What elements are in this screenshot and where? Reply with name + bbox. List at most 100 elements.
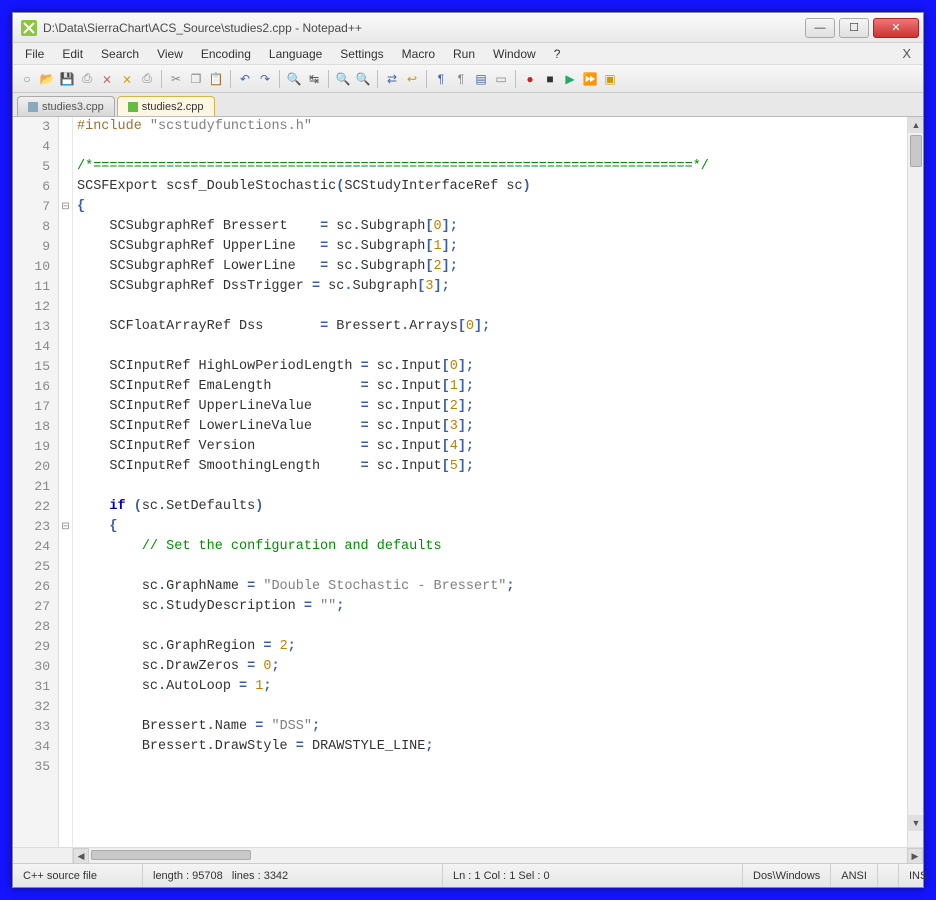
find-icon[interactable]: 🔍	[286, 71, 302, 87]
line-number[interactable]: 12	[13, 297, 58, 317]
menu-window[interactable]: Window	[485, 45, 544, 63]
line-number[interactable]: 14	[13, 337, 58, 357]
line-number[interactable]: 7	[13, 197, 58, 217]
line-number[interactable]: 18	[13, 417, 58, 437]
zoomout-icon[interactable]: 🔍	[355, 71, 371, 87]
wrap-icon[interactable]: ↩	[404, 71, 420, 87]
line-number[interactable]: 26	[13, 577, 58, 597]
fold-toggle[interactable]: ⊟	[59, 197, 72, 217]
save-icon[interactable]: 💾	[59, 71, 75, 87]
redo-icon[interactable]: ↷	[257, 71, 273, 87]
menu-view[interactable]: View	[149, 45, 191, 63]
closeall-icon[interactable]: ⨯	[119, 71, 135, 87]
code-line[interactable]: SCInputRef UpperLineValue = sc.Input[2];	[73, 397, 907, 417]
line-number[interactable]: 4	[13, 137, 58, 157]
code-line[interactable]: SCInputRef EmaLength = sc.Input[1];	[73, 377, 907, 397]
wordwrap-icon[interactable]: ¶	[433, 71, 449, 87]
code-line[interactable]	[73, 697, 907, 717]
savemacro-icon[interactable]: ▣	[602, 71, 618, 87]
code-line[interactable]: SCSFExport scsf_DoubleStochastic(SCStudy…	[73, 177, 907, 197]
code-line[interactable]: // Set the configuration and defaults	[73, 537, 907, 557]
scrollbar-vertical[interactable]: ▲ ▼	[907, 117, 923, 847]
line-number[interactable]: 11	[13, 277, 58, 297]
allchars-icon[interactable]: ¶	[453, 71, 469, 87]
code-line[interactable]	[73, 757, 907, 777]
line-gutter[interactable]: 3456789101112131415161718192021222324252…	[13, 117, 59, 847]
code-line[interactable]: #include "scstudyfunctions.h"	[73, 117, 907, 137]
print-icon[interactable]: ⎙	[139, 71, 155, 87]
menu-settings[interactable]: Settings	[332, 45, 391, 63]
line-number[interactable]: 3	[13, 117, 58, 137]
code-line[interactable]: sc.GraphName = "Double Stochastic - Bres…	[73, 577, 907, 597]
line-number[interactable]: 13	[13, 317, 58, 337]
code-line[interactable]: SCSubgraphRef LowerLine = sc.Subgraph[2]…	[73, 257, 907, 277]
line-number[interactable]: 16	[13, 377, 58, 397]
menu-macro[interactable]: Macro	[394, 45, 443, 63]
copy-icon[interactable]: ❐	[188, 71, 204, 87]
line-number[interactable]: 9	[13, 237, 58, 257]
open-icon[interactable]: 📂	[39, 71, 55, 87]
code-line[interactable]: SCInputRef SmoothingLength = sc.Input[5]…	[73, 457, 907, 477]
new-icon[interactable]: ○	[19, 71, 35, 87]
replace-icon[interactable]: ↹	[306, 71, 322, 87]
code-line[interactable]	[73, 337, 907, 357]
maximize-button[interactable]: ☐	[839, 18, 869, 38]
menu-language[interactable]: Language	[261, 45, 330, 63]
code-line[interactable]: sc.StudyDescription = "";	[73, 597, 907, 617]
menu-encoding[interactable]: Encoding	[193, 45, 259, 63]
scroll-up-icon[interactable]: ▲	[908, 117, 923, 133]
scroll-left-icon[interactable]: ◀	[73, 848, 89, 864]
line-number[interactable]: 6	[13, 177, 58, 197]
sync-icon[interactable]: ⇄	[384, 71, 400, 87]
code-line[interactable]: {	[73, 517, 907, 537]
doc-close-icon[interactable]: X	[894, 46, 919, 61]
code-line[interactable]: Bressert.Name = "DSS";	[73, 717, 907, 737]
code-line[interactable]: if (sc.SetDefaults)	[73, 497, 907, 517]
code-line[interactable]: SCSubgraphRef UpperLine = sc.Subgraph[1]…	[73, 237, 907, 257]
line-number[interactable]: 22	[13, 497, 58, 517]
line-number[interactable]: 25	[13, 557, 58, 577]
code-line[interactable]	[73, 137, 907, 157]
code-line[interactable]: SCInputRef Version = sc.Input[4];	[73, 437, 907, 457]
close-icon[interactable]: ⨯	[99, 71, 115, 87]
titlebar[interactable]: D:\Data\SierraChart\ACS_Source\studies2.…	[13, 13, 923, 43]
scroll-right-icon[interactable]: ▶	[907, 848, 923, 864]
menu-run[interactable]: Run	[445, 45, 483, 63]
code-line[interactable]	[73, 297, 907, 317]
line-number[interactable]: 20	[13, 457, 58, 477]
indent-icon[interactable]: ▤	[473, 71, 489, 87]
code-line[interactable]: {	[73, 197, 907, 217]
tab-studies2cpp[interactable]: studies2.cpp	[117, 96, 215, 116]
code-line[interactable]	[73, 617, 907, 637]
line-number[interactable]: 15	[13, 357, 58, 377]
menu-search[interactable]: Search	[93, 45, 147, 63]
fold-gutter[interactable]: ⊟⊟	[59, 117, 73, 847]
folder-icon[interactable]: ▭	[493, 71, 509, 87]
code-line[interactable]: Bressert.DrawStyle = DRAWSTYLE_LINE;	[73, 737, 907, 757]
editor[interactable]: 3456789101112131415161718192021222324252…	[13, 117, 923, 847]
code-line[interactable]: sc.GraphRegion = 2;	[73, 637, 907, 657]
undo-icon[interactable]: ↶	[237, 71, 253, 87]
saveall-icon[interactable]: ⎙	[79, 71, 95, 87]
code-line[interactable]: SCFloatArrayRef Dss = Bressert.Arrays[0]…	[73, 317, 907, 337]
line-number[interactable]: 21	[13, 477, 58, 497]
line-number[interactable]: 24	[13, 537, 58, 557]
code-area[interactable]: #include "scstudyfunctions.h"/*=========…	[73, 117, 907, 847]
scrollbar-horizontal[interactable]: ◀ ▶	[13, 847, 923, 863]
tab-studies3cpp[interactable]: studies3.cpp	[17, 96, 115, 116]
code-line[interactable]	[73, 557, 907, 577]
menu-file[interactable]: File	[17, 45, 52, 63]
line-number[interactable]: 5	[13, 157, 58, 177]
code-line[interactable]: SCSubgraphRef DssTrigger = sc.Subgraph[3…	[73, 277, 907, 297]
line-number[interactable]: 35	[13, 757, 58, 777]
scroll-thumb-v[interactable]	[910, 135, 922, 167]
zoomin-icon[interactable]: 🔍	[335, 71, 351, 87]
close-button[interactable]: ✕	[873, 18, 919, 38]
code-line[interactable]: SCSubgraphRef Bressert = sc.Subgraph[0];	[73, 217, 907, 237]
scroll-down-icon[interactable]: ▼	[908, 815, 923, 831]
line-number[interactable]: 23	[13, 517, 58, 537]
record-icon[interactable]: ●	[522, 71, 538, 87]
line-number[interactable]: 17	[13, 397, 58, 417]
line-number[interactable]: 28	[13, 617, 58, 637]
line-number[interactable]: 8	[13, 217, 58, 237]
